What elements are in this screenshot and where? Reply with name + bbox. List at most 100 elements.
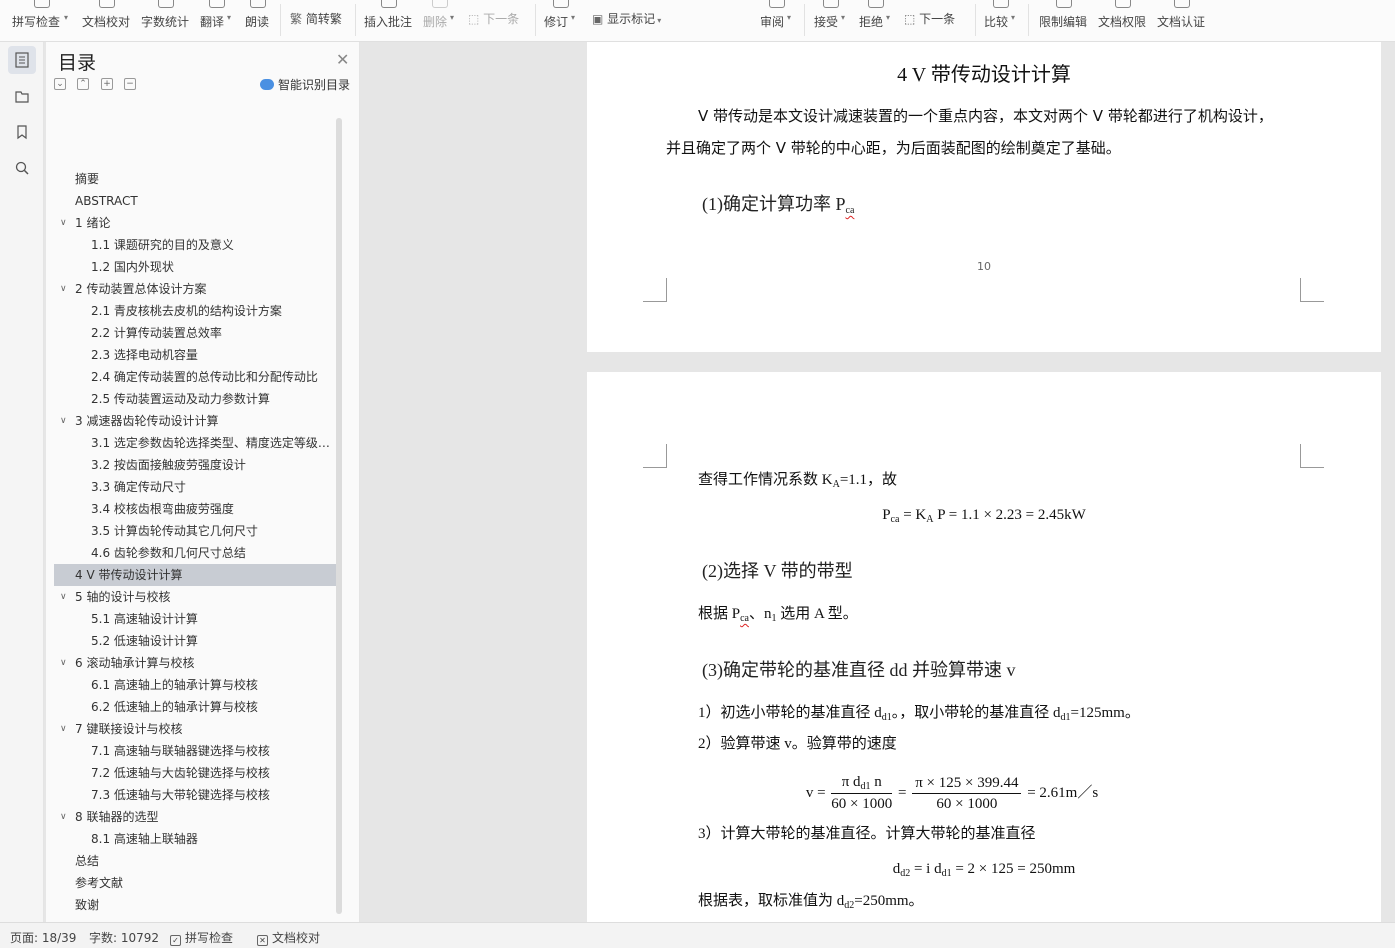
chevron-down-icon[interactable]: ∨ (60, 718, 67, 740)
toc-item[interactable]: ∨ 2 传动装置总体设计方案 (54, 278, 336, 300)
word-count-label: 字数统计 (141, 15, 190, 29)
chevron-down-icon[interactable]: ∨ (60, 410, 67, 432)
read-aloud-icon (250, 0, 266, 8)
review-button[interactable]: 审阅 ▾ (760, 0, 794, 38)
chevron-down-icon[interactable]: ∨ (60, 806, 67, 828)
show-markup-dropdown[interactable]: ▣ 显示标记 ▾ (592, 10, 661, 27)
search-nav-button[interactable] (8, 154, 36, 182)
track-changes-button[interactable]: 修订 ▾ (544, 0, 578, 38)
toc-item[interactable]: 3.2 按齿面接触疲劳强度设计 (54, 454, 336, 476)
delete-comment-label: 删除 (423, 15, 448, 29)
insert-comment-button[interactable]: 插入批注 (364, 0, 414, 38)
toc-item[interactable]: 致谢 (54, 894, 336, 916)
formula: v = π dd1 n 60 × 1000 = π × 125 × 399.44 6… (555, 774, 1349, 813)
toc-item[interactable]: ∨ 5 轴的设计与校核 (54, 586, 336, 608)
chevron-down-icon[interactable]: ∨ (60, 586, 67, 608)
toc-item[interactable]: 3.1 选定参数齿轮选择类型、精度选定等级 ... (54, 432, 336, 454)
next-comment-button[interactable]: ⬚ 下一条 (468, 10, 519, 27)
expand-up-icon[interactable]: ⌃ (77, 78, 89, 90)
bookmark-nav-button[interactable] (8, 118, 36, 146)
translate-label: 翻译 (200, 15, 225, 29)
toc-icon (15, 52, 29, 68)
toc-item[interactable]: 参考文献 (54, 872, 336, 894)
toc-item[interactable]: 1.1 课题研究的目的及意义 (54, 234, 336, 256)
toc-item[interactable]: 3.5 计算齿轮传动其它几何尺寸 (54, 520, 336, 542)
accept-button[interactable]: 接受 ▾ (814, 0, 848, 38)
wps-writer-window: 拼写检查 ▾ 文档校对 字数统计 翻译 ▾ 朗读 繁 简转繁 插入批注 删除 ▾ ⬚ … (0, 0, 1395, 948)
toc-item-label: 3 减速器齿轮传动设计计算 (75, 414, 219, 428)
chevron-down-icon[interactable]: ∨ (60, 278, 67, 300)
ribbon-divider (1028, 4, 1029, 36)
toc-item[interactable]: 1.2 国内外现状 (54, 256, 336, 278)
remove-level-icon[interactable]: − (124, 78, 136, 90)
delete-comment-button[interactable]: 删除 ▾ (423, 0, 457, 38)
collapse-all-icon[interactable]: ⌄ (54, 78, 66, 90)
toc-item[interactable]: ∨ 1 绪论 (54, 212, 336, 234)
toc-item[interactable]: 2.1 青皮核桃去皮机的结构设计方案 (54, 300, 336, 322)
translate-button[interactable]: 翻译 ▾ (200, 0, 234, 38)
smart-toc-label: 智能识别目录 (278, 78, 351, 92)
add-level-icon[interactable]: + (101, 78, 113, 90)
doc-certify-button[interactable]: 文档认证 (1157, 0, 1207, 38)
toc-item[interactable]: 摘要 (54, 168, 336, 190)
ribbon-divider (355, 4, 356, 36)
toc-item[interactable]: ∨ 6 滚动轴承计算与校核 (54, 652, 336, 674)
next-change-button[interactable]: ⬚ 下一条 (904, 10, 955, 27)
toc-item[interactable]: 7.1 高速轴与联轴器键选择与校核 (54, 740, 336, 762)
toc-item[interactable]: 8.1 高速轴上联轴器 (54, 828, 336, 850)
restrict-edit-button[interactable]: 限制编辑 (1039, 0, 1089, 38)
smart-toc-button[interactable]: 智能识别目录 (260, 76, 350, 93)
chevron-down-icon[interactable]: ∨ (60, 212, 67, 234)
toc-item[interactable]: 2.2 计算传动装置总效率 (54, 322, 336, 344)
toc-item[interactable]: 2.5 传动装置运动及动力参数计算 (54, 388, 336, 410)
toc-item-label: 7.2 低速轴与大齿轮键选择与校核 (91, 766, 270, 780)
word-count-button[interactable]: 字数统计 (141, 0, 191, 38)
toc-item-label: 3.2 按齿面接触疲劳强度设计 (91, 458, 246, 472)
spell-check-button[interactable]: 拼写检查 ▾ (12, 0, 72, 38)
toc-item[interactable]: 3.4 校核齿根弯曲疲劳强度 (54, 498, 336, 520)
toc-item[interactable]: ABSTRACT (54, 190, 336, 212)
chevron-down-icon[interactable]: ∨ (60, 652, 67, 674)
toc-item[interactable]: ∨ 7 键联接设计与校核 (54, 718, 336, 740)
compare-button[interactable]: 比较 ▾ (984, 0, 1018, 38)
toc-item-label: 4 V 带传动设计计算 (75, 568, 183, 582)
next-change-icon: ⬚ (904, 12, 916, 26)
smart-toc-icon (260, 79, 274, 90)
toc-item[interactable]: 5.1 高速轴设计计算 (54, 608, 336, 630)
toc-item[interactable]: 4 V 带传动设计计算 (54, 564, 336, 586)
word-count-indicator[interactable]: 字数: 10792 (89, 929, 159, 946)
close-icon[interactable]: ✕ (336, 50, 349, 69)
doc-permission-label: 文档权限 (1098, 15, 1147, 29)
doc-permission-button[interactable]: 文档权限 (1098, 0, 1148, 38)
toc-item[interactable]: 4.6 齿轮参数和几何尺寸总结 (54, 542, 336, 564)
toc-item[interactable]: 5.2 低速轴设计计算 (54, 630, 336, 652)
toc-scrollbar[interactable] (336, 118, 342, 914)
toc-nav-button[interactable] (8, 46, 36, 74)
doc-proof-button[interactable]: 文档校对 (82, 0, 132, 38)
toc-item[interactable]: 总结 (54, 850, 336, 872)
trad-simp-button[interactable]: 繁 简转繁 (290, 10, 342, 27)
toc-item[interactable]: 3.3 确定传动尺寸 (54, 476, 336, 498)
toc-item[interactable]: ∨ 8 联轴器的选型 (54, 806, 336, 828)
section-nav-button[interactable] (8, 82, 36, 110)
status-doc-proof[interactable]: ✕ 文档校对 (257, 929, 320, 946)
page-indicator[interactable]: 页面: 18/39 (10, 929, 76, 946)
read-aloud-button[interactable]: 朗读 (245, 0, 271, 38)
toc-item[interactable]: ∨ 3 减速器齿轮传动设计计算 (54, 410, 336, 432)
status-spell-check[interactable]: ✓ 拼写检查 (170, 929, 233, 946)
toc-item[interactable]: 2.3 选择电动机容量 (54, 344, 336, 366)
toc-scrollbar-thumb[interactable] (336, 118, 342, 914)
text-run: =1.1，故 (839, 472, 898, 488)
toc-item-label: 8 联轴器的选型 (75, 810, 159, 824)
toc-item[interactable]: 6.1 高速轴上的轴承计算与校核 (54, 674, 336, 696)
toc-item[interactable]: 7.3 低速轴与大带轮键选择与校核 (54, 784, 336, 806)
accept-icon (823, 0, 839, 8)
toc-item[interactable]: 2.4 确定传动装置的总传动比和分配传动比 (54, 366, 336, 388)
toc-item[interactable]: 7.2 低速轴与大齿轮键选择与校核 (54, 762, 336, 784)
subscript: d1 (881, 712, 892, 723)
toc-item-label: 2.4 确定传动装置的总传动比和分配传动比 (91, 370, 318, 384)
reject-button[interactable]: 拒绝 ▾ (859, 0, 893, 38)
document-canvas[interactable]: 4 V 带传动设计计算 V 带传动是本文设计减速装置的一个重点内容，本文对两个 … (361, 42, 1395, 922)
toc-item[interactable]: 6.2 低速轴上的轴承计算与校核 (54, 696, 336, 718)
body-paragraph: 2）验算带速 v。验算带的速度 (698, 736, 897, 752)
